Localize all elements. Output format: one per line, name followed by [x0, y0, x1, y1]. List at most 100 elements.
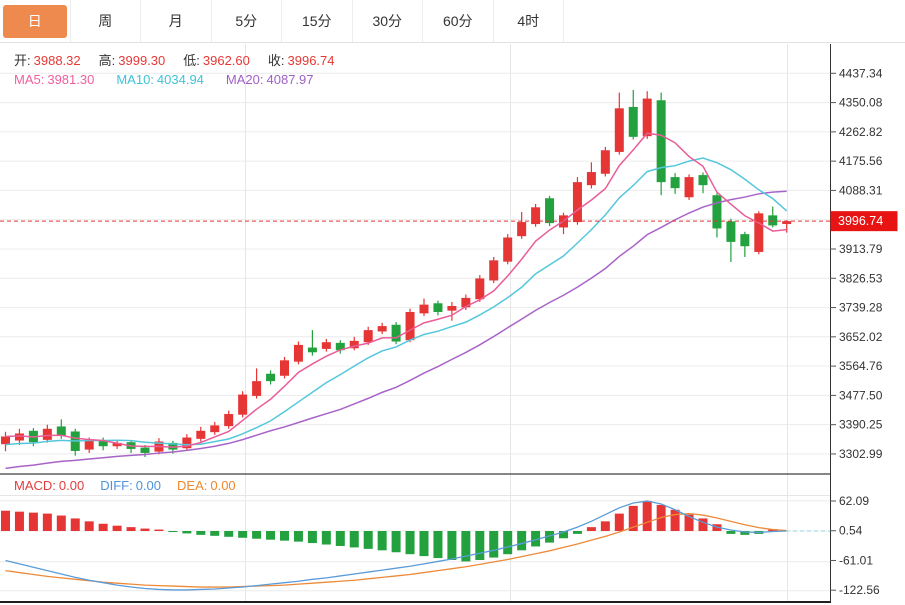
macd-bar: [71, 518, 80, 531]
tab-label: 日: [3, 5, 67, 38]
macd-bar: [224, 531, 233, 537]
candle-body: [280, 360, 289, 375]
candle-body: [503, 238, 512, 262]
candle-body: [406, 312, 415, 340]
legend-value: 3988.32: [34, 53, 81, 68]
candle-body: [210, 425, 219, 432]
macd-legend-item: MACD:0.00: [14, 478, 84, 493]
price-tick-label: 3477.50: [839, 388, 883, 402]
current-price-tag: 3996.74: [831, 211, 898, 231]
macd-bar: [601, 521, 610, 531]
tab-day[interactable]: 日: [0, 0, 71, 42]
macd-bar: [671, 510, 680, 531]
kline-chart[interactable]: 4437.344350.084262.824175.564088.313913.…: [0, 0, 905, 605]
candle-body: [266, 374, 275, 381]
macd-bar: [350, 531, 359, 547]
macd-tick-label: 62.09: [839, 494, 869, 508]
macd-bar: [447, 531, 456, 560]
candle-body: [643, 99, 652, 137]
candle-body: [726, 221, 735, 241]
macd-bar: [85, 521, 94, 531]
macd-axis-labels: 62.090.54-61.01-122.56: [830, 494, 880, 597]
price-tag-label: 3996.74: [838, 214, 883, 228]
macd-bar: [573, 531, 582, 534]
candle-body: [517, 222, 526, 236]
candle-body: [196, 431, 205, 439]
candle-body: [252, 381, 261, 396]
candle-body: [587, 172, 596, 185]
ohlc-legend-item: 低:3962.60: [183, 50, 250, 69]
candle-body: [475, 278, 484, 299]
ohlc-legend-item: 收:3996.74: [268, 50, 335, 69]
kline-widget: 日周月5分15分30分60分4时 4437.344350.084262.8241…: [0, 0, 905, 605]
candle-body: [43, 429, 52, 440]
macd-bar: [294, 531, 303, 542]
legend-label: MA5:: [14, 72, 44, 87]
legend-value: 3996.74: [288, 53, 335, 68]
macd-bar: [336, 531, 345, 546]
legend-label: MA10:: [116, 72, 154, 87]
candle-body: [545, 198, 554, 223]
tab-week[interactable]: 周: [71, 0, 142, 42]
tab-15min[interactable]: 15分: [282, 0, 353, 42]
macd-bar: [378, 531, 387, 550]
ma-legend-item: MA20:4087.97: [226, 72, 314, 87]
candle-body: [224, 414, 233, 426]
candle-body: [322, 342, 331, 349]
legend-label: DIFF:: [100, 478, 133, 493]
tab-month[interactable]: 月: [141, 0, 212, 42]
candle-body: [699, 175, 708, 185]
tab-label: 5分: [214, 5, 278, 38]
candle-body: [657, 100, 666, 182]
ohlc-legend-item: 开:3988.32: [14, 50, 81, 69]
candle-body: [141, 448, 150, 453]
candle-body: [601, 150, 610, 173]
tab-60min[interactable]: 60分: [423, 0, 494, 42]
candle-body: [685, 177, 694, 197]
candle-body: [629, 107, 638, 137]
macd-bar: [266, 531, 275, 540]
macd-bar: [1, 511, 10, 531]
tab-label: 月: [144, 5, 208, 38]
macd-bar: [392, 531, 401, 552]
tab-30min[interactable]: 30分: [353, 0, 424, 42]
legend-label: 开:: [14, 50, 31, 69]
candle-body: [57, 426, 66, 435]
price-tick-label: 4175.56: [839, 154, 883, 168]
macd-tick-label: -122.56: [839, 583, 880, 597]
macd-bar: [141, 529, 150, 531]
ohlc-legend-item: 高:3999.30: [99, 50, 166, 69]
candle-body: [740, 234, 749, 246]
legend-value: 0.00: [59, 478, 84, 493]
macd-legend-item: DEA:0.00: [177, 478, 236, 493]
candle-body: [573, 182, 582, 222]
macd-bar: [433, 531, 442, 558]
macd-bar: [475, 531, 484, 560]
tab-label: 30分: [355, 5, 419, 38]
price-tick-label: 3652.02: [839, 330, 883, 344]
candle-body: [754, 213, 763, 252]
macd-bar: [322, 531, 331, 545]
macd-legend-item: DIFF:0.00: [100, 478, 161, 493]
legend-value: 0.00: [210, 478, 235, 493]
candle-series: [1, 90, 791, 457]
ohlc-legend: 开:3988.32 高:3999.30 低:3962.60 收:3996.74: [14, 50, 335, 69]
candle-body: [85, 441, 94, 450]
legend-value: 3981.30: [47, 72, 94, 87]
candle-body: [392, 325, 401, 342]
price-tick-label: 4262.82: [839, 125, 883, 139]
tab-5min[interactable]: 5分: [212, 0, 283, 42]
legend-value: 4034.94: [157, 72, 204, 87]
tab-4hour[interactable]: 4时: [494, 0, 565, 42]
macd-bar: [57, 516, 66, 531]
macd-bar: [726, 531, 735, 534]
macd-bar: [615, 514, 624, 531]
macd-bar: [280, 531, 289, 541]
macd-bar: [308, 531, 317, 543]
candle-body: [308, 348, 317, 353]
macd-bar: [587, 527, 596, 531]
candle-body: [615, 108, 624, 152]
macd-bar: [406, 531, 415, 554]
candle-body: [15, 433, 24, 440]
legend-label: DEA:: [177, 478, 207, 493]
